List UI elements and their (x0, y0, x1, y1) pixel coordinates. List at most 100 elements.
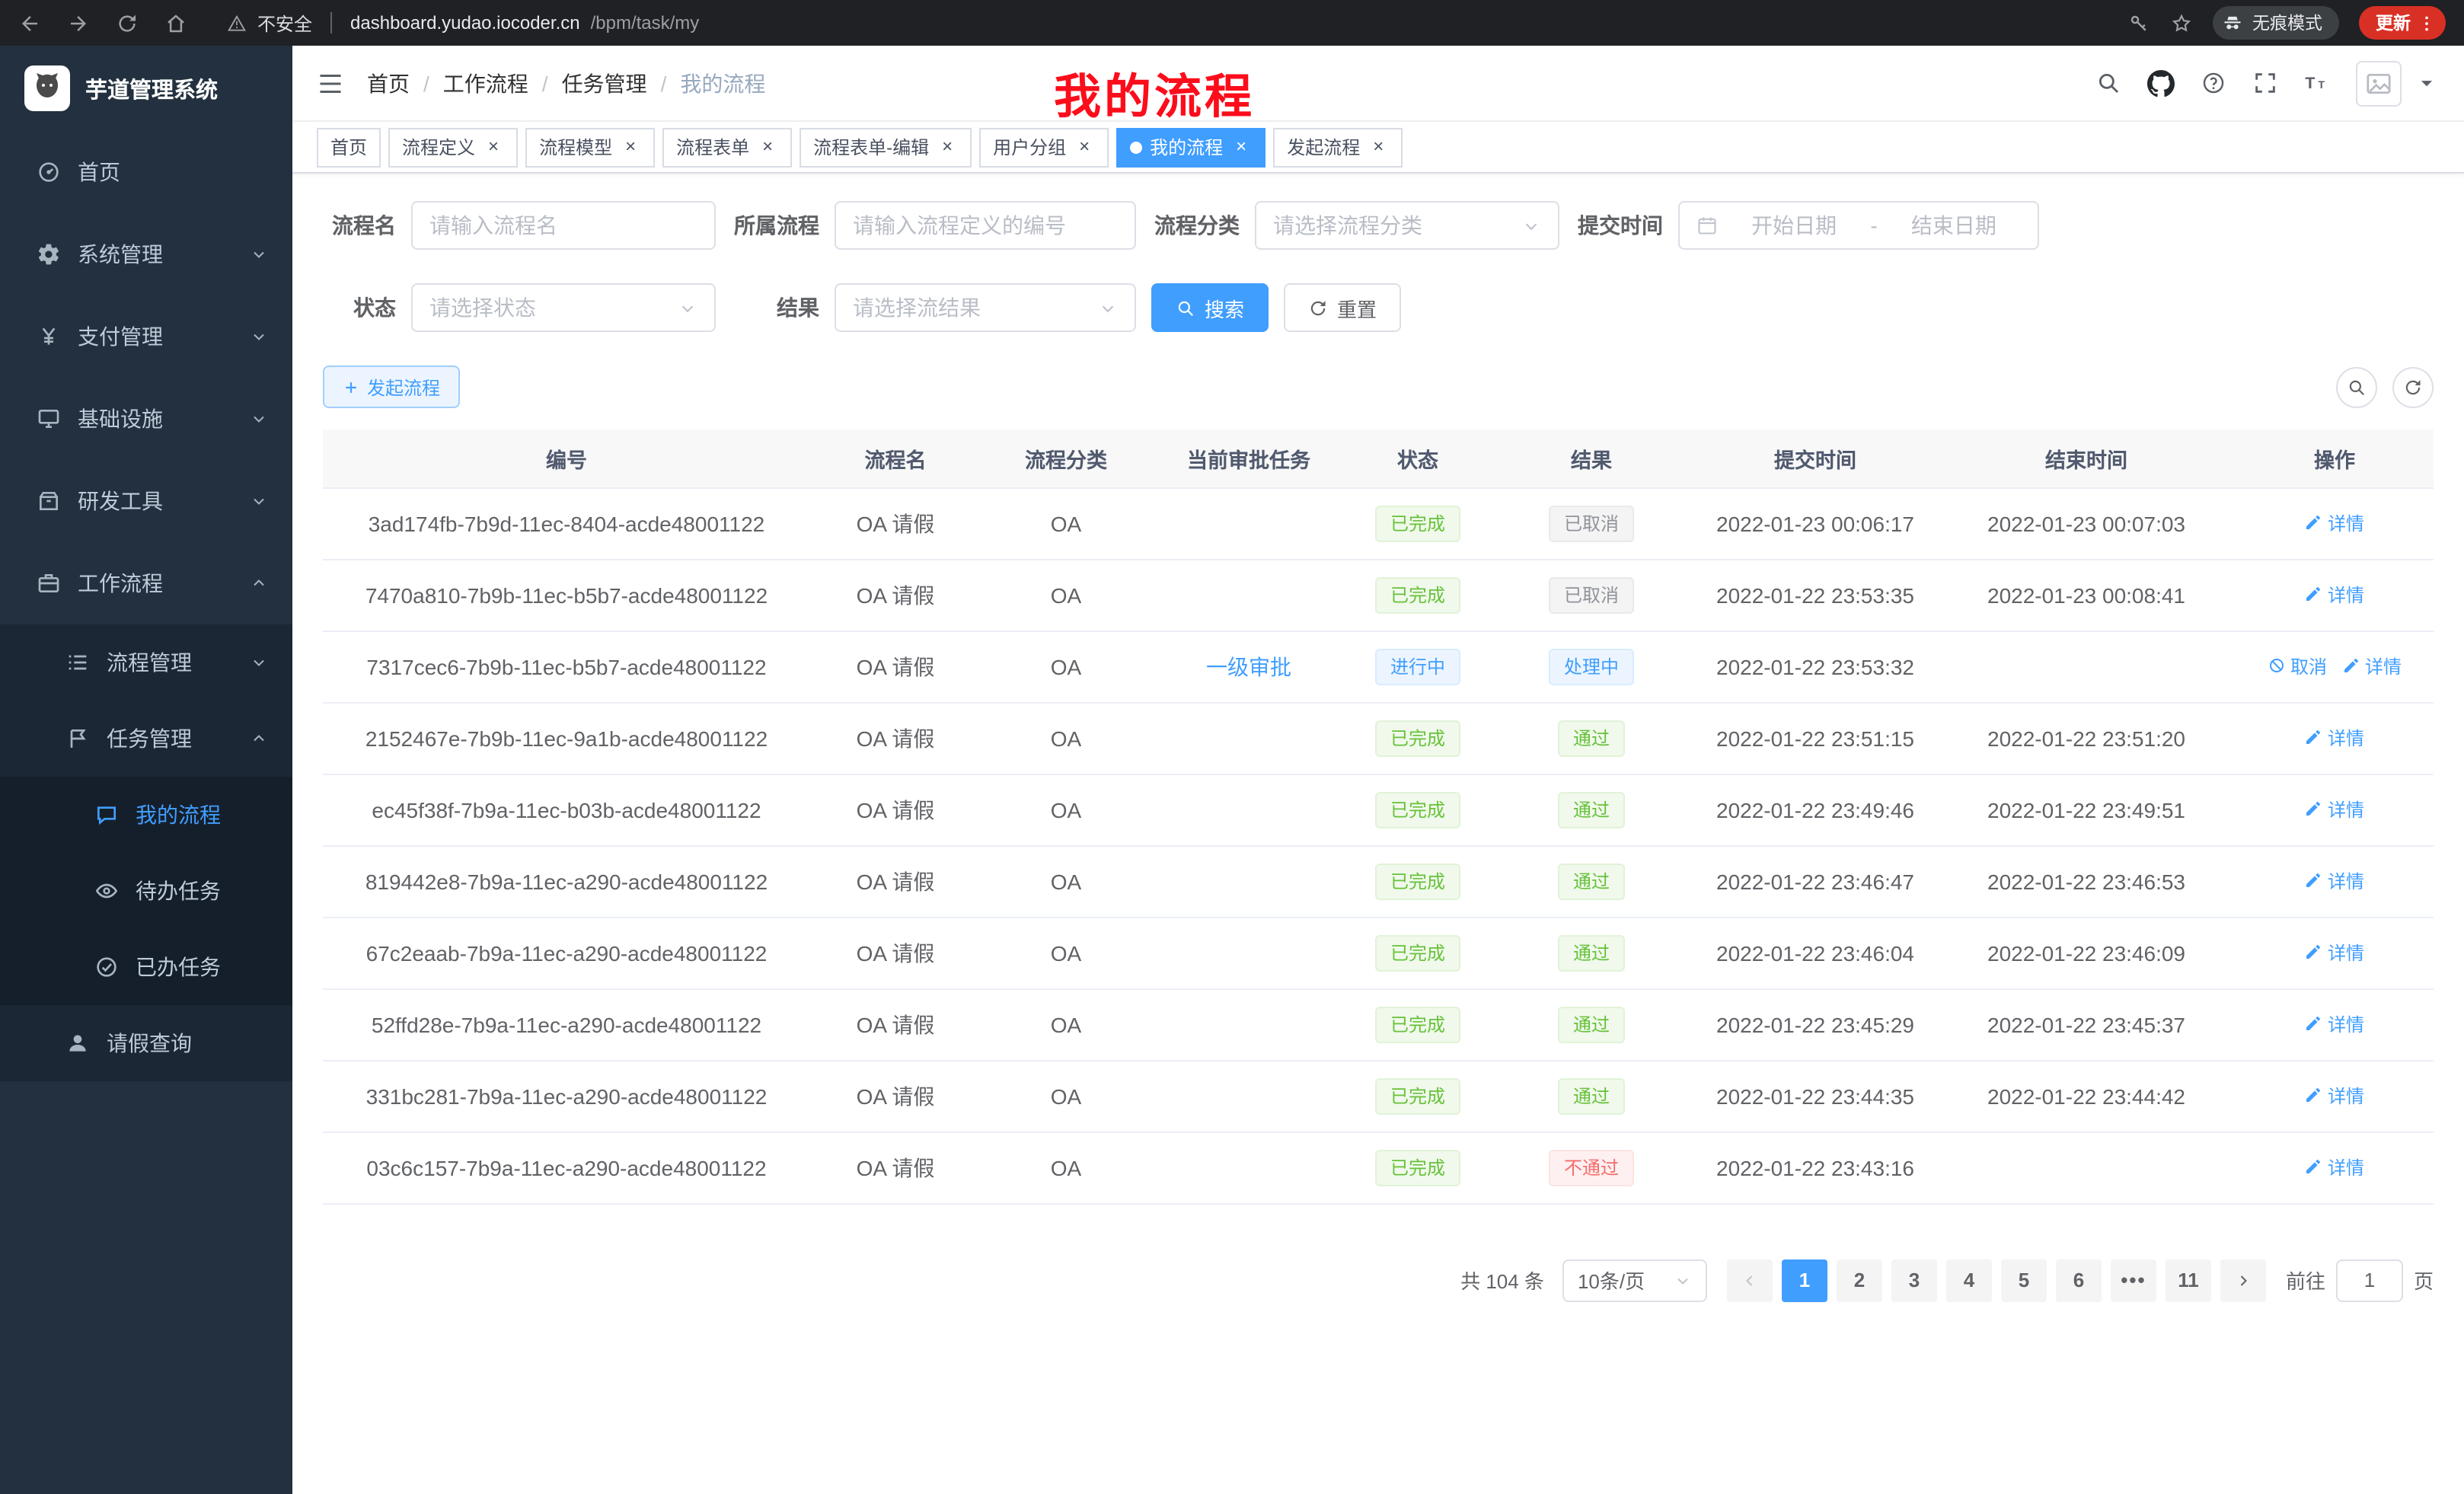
sidebar-item-系统管理[interactable]: 系统管理 (0, 213, 292, 295)
page-button-2[interactable]: 2 (1837, 1259, 1882, 1301)
sidebar-item-我的流程[interactable]: 我的流程 (0, 777, 292, 853)
sidebar-item-待办任务[interactable]: 待办任务 (0, 853, 292, 929)
address-separator (330, 12, 332, 34)
avatar[interactable] (2356, 60, 2402, 106)
category-select[interactable]: 请选择流程分类 (1255, 201, 1559, 250)
toggle-search-button[interactable] (2336, 366, 2377, 407)
sidebar-item-研发工具[interactable]: 研发工具 (0, 460, 292, 542)
detail-link[interactable]: 详情 (2342, 653, 2402, 679)
process-name-input[interactable] (411, 201, 716, 250)
start-date-placeholder[interactable]: 开始日期 (1727, 210, 1861, 241)
prev-page-button[interactable] (1727, 1259, 1773, 1301)
page-button-3[interactable]: 3 (1891, 1259, 1937, 1301)
page-button-6[interactable]: 6 (2056, 1259, 2102, 1301)
home-icon[interactable] (164, 11, 187, 34)
page-button-11[interactable]: 11 (2166, 1259, 2211, 1301)
incognito-chip[interactable]: 无痕模式 (2213, 6, 2339, 40)
reload-icon[interactable] (116, 11, 139, 34)
detail-link[interactable]: 详情 (2305, 582, 2364, 608)
forward-icon[interactable] (67, 11, 90, 34)
sidebar-item-支付管理[interactable]: 支付管理 (0, 295, 292, 378)
search-button[interactable]: 搜索 (1151, 283, 1269, 332)
breadcrumb-item[interactable]: 任务管理 (562, 68, 647, 98)
refresh-table-button[interactable] (2392, 366, 2434, 407)
avatar-caret-icon[interactable] (2414, 70, 2440, 96)
sidebar-toggle-icon[interactable] (317, 69, 344, 97)
workflow-icon (37, 571, 61, 595)
page-size-select[interactable]: 10条/页 (1562, 1259, 1707, 1301)
address-bar[interactable]: 不安全 dashboard.yudao.iocoder.cn/bpm/task/… (227, 10, 2109, 36)
sidebar-item-请假查询[interactable]: 请假查询 (0, 1005, 292, 1081)
detail-link[interactable]: 详情 (2305, 796, 2364, 822)
page-ellipsis[interactable]: ••• (2111, 1259, 2156, 1301)
tab-close-icon[interactable]: × (620, 136, 641, 158)
submit-time-range[interactable]: 开始日期 - 结束日期 (1678, 201, 2039, 250)
cell-end-time: 2022-01-22 23:51:20 (1937, 702, 2236, 774)
detail-link[interactable]: 详情 (2305, 725, 2364, 751)
reset-button[interactable]: 重置 (1284, 283, 1401, 332)
password-key-icon[interactable] (2127, 11, 2150, 34)
header-search-icon[interactable] (2095, 70, 2121, 96)
detail-link[interactable]: 详情 (2305, 868, 2364, 894)
app-logo[interactable]: 芋道管理系统 (0, 46, 292, 131)
next-page-button[interactable] (2220, 1259, 2266, 1301)
cell-submit-time: 2022-01-22 23:45:29 (1693, 988, 1937, 1060)
tab-close-icon[interactable]: × (937, 136, 958, 158)
app-title: 芋道管理系统 (85, 72, 218, 104)
security-label[interactable]: 不安全 (257, 10, 312, 36)
process-def-input[interactable] (835, 201, 1136, 250)
view-tab-流程定义[interactable]: 流程定义× (388, 127, 518, 167)
incognito-label: 无痕模式 (2252, 11, 2322, 35)
detail-link[interactable]: 详情 (2305, 510, 2364, 536)
view-tab-首页[interactable]: 首页 (317, 127, 381, 167)
view-tab-流程表单[interactable]: 流程表单× (662, 127, 792, 167)
url-domain[interactable]: dashboard.yudao.iocoder.cn (350, 12, 580, 34)
view-tab-用户分组[interactable]: 用户分组× (979, 127, 1109, 167)
detail-link[interactable]: 详情 (2305, 940, 2364, 966)
breadcrumb-item[interactable]: 首页 (367, 68, 410, 98)
create-process-button[interactable]: 发起流程 (323, 366, 460, 408)
back-icon[interactable] (18, 11, 41, 34)
cancel-link[interactable]: 取消 (2268, 653, 2327, 679)
breadcrumb-item[interactable]: 工作流程 (443, 68, 528, 98)
view-tab-流程模型[interactable]: 流程模型× (525, 127, 655, 167)
tab-close-icon[interactable]: × (1230, 136, 1252, 158)
sidebar-item-已办任务[interactable]: 已办任务 (0, 929, 292, 1005)
fullscreen-icon[interactable] (2252, 70, 2278, 96)
status-select[interactable]: 请选择状态 (411, 283, 716, 332)
tab-close-icon[interactable]: × (1074, 136, 1095, 158)
sidebar-item-工作流程[interactable]: 工作流程 (0, 542, 292, 624)
sidebar-item-基础设施[interactable]: 基础设施 (0, 378, 292, 460)
github-icon[interactable] (2147, 69, 2175, 97)
task-link[interactable]: 一级审批 (1206, 654, 1291, 678)
page-button-4[interactable]: 4 (1946, 1259, 1992, 1301)
sidebar-item-任务管理[interactable]: 任务管理 (0, 701, 292, 777)
tab-close-icon[interactable]: × (757, 136, 778, 158)
result-select[interactable]: 请选择流结果 (835, 283, 1136, 332)
view-tab-流程表单-编辑[interactable]: 流程表单-编辑× (800, 127, 972, 167)
cell-category: OA (981, 702, 1151, 774)
goto-page-input[interactable] (2336, 1259, 2403, 1301)
end-date-placeholder[interactable]: 结束日期 (1887, 210, 2021, 241)
cell-result: 通过 (1489, 988, 1693, 1060)
font-size-icon[interactable]: TT (2304, 70, 2330, 96)
detail-link[interactable]: 详情 (2305, 1154, 2364, 1180)
detail-link[interactable]: 详情 (2305, 1083, 2364, 1109)
page-button-1[interactable]: 1 (1782, 1259, 1827, 1301)
detail-link[interactable]: 详情 (2305, 1011, 2364, 1037)
sidebar-item-流程管理[interactable]: 流程管理 (0, 624, 292, 701)
view-tab-我的流程[interactable]: 我的流程× (1116, 127, 1266, 167)
update-button[interactable]: 更新 (2359, 6, 2446, 40)
page-button-5[interactable]: 5 (2001, 1259, 2047, 1301)
menu-dots-icon[interactable] (2417, 13, 2437, 33)
tab-close-icon[interactable]: × (1368, 136, 1389, 158)
filter-submit-time: 提交时间 开始日期 - 结束日期 (1575, 201, 2039, 250)
help-icon[interactable] (2201, 70, 2226, 96)
url-path[interactable]: /bpm/task/my (591, 12, 700, 34)
status-tag: 已完成 (1375, 720, 1460, 756)
tab-close-icon[interactable]: × (483, 136, 504, 158)
bookmark-star-icon[interactable] (2170, 11, 2193, 34)
cell-submit-time: 2022-01-22 23:53:32 (1693, 630, 1937, 702)
sidebar-item-首页[interactable]: 首页 (0, 131, 292, 213)
view-tab-发起流程[interactable]: 发起流程× (1273, 127, 1403, 167)
